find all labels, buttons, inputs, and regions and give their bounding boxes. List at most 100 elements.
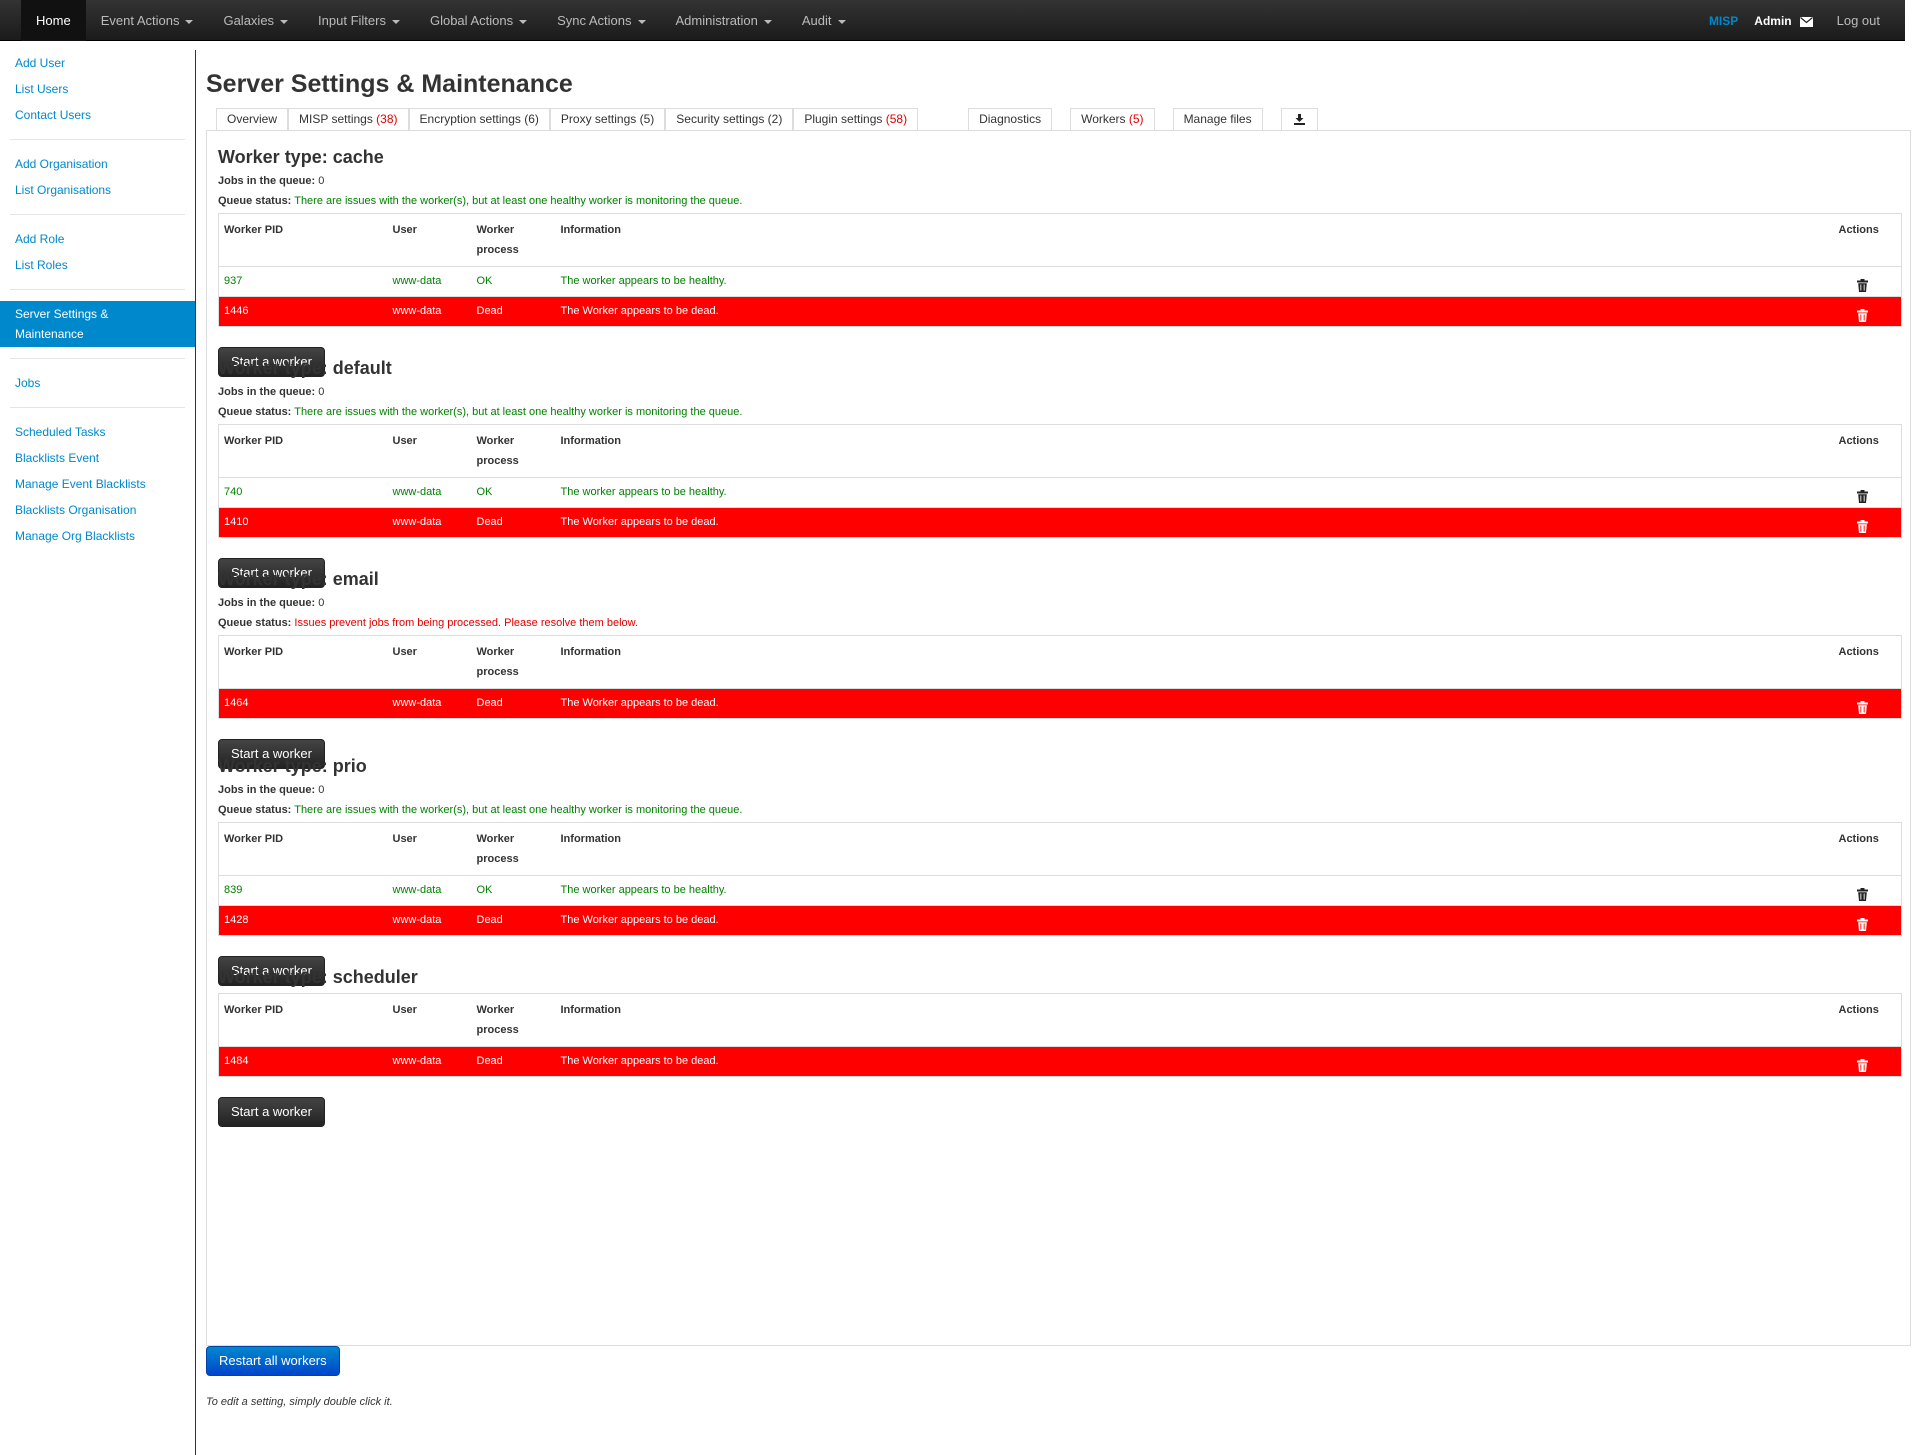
nav-item-home[interactable]: Home: [21, 0, 86, 41]
jobs-count: 0: [318, 597, 325, 609]
sidebar-item-add-organisation[interactable]: Add Organisation: [0, 151, 195, 177]
nav-item-label: Administration: [675, 13, 758, 28]
start-worker-button[interactable]: Start a worker: [218, 1097, 325, 1127]
actions-cell: [1833, 296, 1902, 327]
sidebar-item-contact-users[interactable]: Contact Users: [0, 102, 195, 128]
actions-cell: [1833, 875, 1902, 906]
nav-item-galaxies[interactable]: Galaxies: [208, 0, 303, 41]
envelope-icon[interactable]: [1799, 16, 1813, 27]
worker-process: Dead: [471, 905, 556, 936]
tab-workers[interactable]: Workers (5): [1070, 108, 1155, 130]
sidebar-divider: [10, 358, 185, 359]
worker-information: The Worker appears to be dead.: [555, 905, 1834, 936]
sidebar-item-list-roles[interactable]: List Roles: [0, 252, 195, 278]
workers-table: Worker PID User Worker process Information A…: [218, 993, 1902, 1077]
actions-cell: [1833, 477, 1902, 508]
tab-encryption-settings-6[interactable]: Encryption settings (6): [408, 108, 550, 130]
settings-tabs: Overview MISP settings (38) Encryption set…: [216, 108, 1318, 130]
jobs-label: Jobs in the queue:: [218, 175, 316, 187]
trash-icon[interactable]: [1856, 275, 1868, 292]
sidebar-item-manage-event-blacklists[interactable]: Manage Event Blacklists: [0, 471, 195, 497]
download-tab[interactable]: [1280, 108, 1318, 130]
column-header-user: User: [387, 635, 472, 689]
tab-misp-settings[interactable]: MISP settings (38): [288, 108, 409, 130]
worker-pid: 1410: [218, 507, 388, 538]
column-header-actions: Actions: [1833, 424, 1902, 478]
actions-cell: [1833, 507, 1902, 538]
tab-diagnostics[interactable]: Diagnostics: [968, 108, 1053, 130]
actions-cell: [1833, 688, 1902, 719]
tab-overview[interactable]: Overview: [216, 108, 289, 130]
sidebar-item-server-settings-maintenance[interactable]: Server Settings & Maintenance: [0, 301, 195, 347]
queue-status: Queue status: Issues prevent jobs from b…: [218, 613, 1902, 633]
tab-count-badge: (58): [885, 112, 908, 126]
jobs-in-queue: Jobs in the queue: 0: [218, 382, 1902, 402]
worker-process: OK: [471, 875, 556, 906]
trash-icon[interactable]: [1856, 516, 1868, 533]
sidebar-item-jobs[interactable]: Jobs: [0, 370, 195, 396]
nav-item-global-actions[interactable]: Global Actions: [415, 0, 542, 41]
trash-icon[interactable]: [1856, 486, 1868, 503]
tab-proxy-settings-5[interactable]: Proxy settings (5): [549, 108, 666, 130]
nav-item-administration[interactable]: Administration: [661, 0, 787, 41]
column-header-pid: Worker PID: [218, 822, 388, 876]
tab-security-settings-2[interactable]: Security settings (2): [665, 108, 794, 130]
workers-table: Worker PID User Worker process Information A…: [218, 822, 1902, 936]
column-header-process: Worker process: [471, 993, 556, 1047]
sidebar-item-blacklists-organisation[interactable]: Blacklists Organisation: [0, 497, 195, 523]
status-label: Queue status:: [218, 406, 292, 418]
column-header-pid: Worker PID: [218, 424, 388, 478]
worker-pid: 1484: [218, 1046, 388, 1077]
worker-type-title: Worker type: cache: [218, 147, 384, 167]
nav-item-input-filters[interactable]: Input Filters: [303, 0, 415, 41]
worker-information: The Worker appears to be dead.: [555, 296, 1834, 327]
nav-item-audit[interactable]: Audit: [787, 0, 861, 41]
worker-type-title: Worker type: prio: [218, 756, 367, 776]
workers-panel: Worker type: cache Jobs in the queue: 0 Qu…: [206, 130, 1911, 1346]
nav-user-area: MISP Admin Log out: [1709, 0, 1880, 41]
user-name[interactable]: Admin: [1754, 14, 1791, 28]
main-content: Server Settings & Maintenance Overview MI…: [206, 50, 1915, 1408]
workers-table: Worker PID User Worker process Information A…: [218, 635, 1902, 719]
download-icon: [1292, 109, 1307, 129]
worker-pid: 1464: [218, 688, 388, 719]
worker-type-title: Worker type: email: [218, 569, 379, 589]
queue-status-text: There are issues with the worker(s), but…: [294, 406, 743, 418]
jobs-label: Jobs in the queue:: [218, 386, 316, 398]
worker-section: Worker type: default Jobs in the queue: 0…: [218, 354, 1902, 588]
worker-user: www-data: [387, 477, 472, 508]
sidebar-item-list-organisations[interactable]: List Organisations: [0, 177, 195, 203]
trash-icon[interactable]: [1856, 305, 1868, 322]
sidebar-divider: [10, 407, 185, 408]
trash-icon[interactable]: [1856, 697, 1868, 714]
jobs-label: Jobs in the queue:: [218, 597, 316, 609]
nav-item-label: Galaxies: [223, 13, 275, 28]
sidebar-item-manage-org-blacklists[interactable]: Manage Org Blacklists: [0, 523, 195, 549]
sidebar-item-list-users[interactable]: List Users: [0, 76, 195, 102]
nav-item-event-actions[interactable]: Event Actions: [86, 0, 209, 41]
tab-count-badge: (5): [1128, 112, 1144, 126]
sidebar-item-scheduled-tasks[interactable]: Scheduled Tasks: [0, 419, 195, 445]
page-title: Server Settings & Maintenance: [206, 70, 573, 98]
worker-user: www-data: [387, 266, 472, 297]
table-row: 1464 www-data Dead The Worker appears to be…: [218, 688, 1902, 719]
logout-link[interactable]: Log out: [1837, 13, 1880, 28]
sidebar-item-add-user[interactable]: Add User: [0, 50, 195, 76]
column-header-user: User: [387, 213, 472, 267]
column-header-actions: Actions: [1833, 213, 1902, 267]
trash-icon[interactable]: [1856, 1055, 1868, 1072]
worker-pid: 937: [218, 266, 388, 297]
brand-label[interactable]: MISP: [1709, 14, 1738, 28]
trash-icon[interactable]: [1856, 914, 1868, 931]
column-header-pid: Worker PID: [218, 993, 388, 1047]
worker-information: The worker appears to be healthy.: [555, 477, 1834, 508]
sidebar-item-add-role[interactable]: Add Role: [0, 226, 195, 252]
column-header-process: Worker process: [471, 424, 556, 478]
table-row: 1484 www-data Dead The Worker appears to be…: [218, 1046, 1902, 1077]
tab-manage-files[interactable]: Manage files: [1172, 108, 1263, 130]
nav-item-sync-actions[interactable]: Sync Actions: [542, 0, 660, 41]
tab-plugin-settings[interactable]: Plugin settings (58): [793, 108, 919, 130]
trash-icon[interactable]: [1856, 884, 1868, 901]
sidebar-item-blacklists-event[interactable]: Blacklists Event: [0, 445, 195, 471]
restart-all-workers-button[interactable]: Restart all workers: [206, 1346, 340, 1376]
